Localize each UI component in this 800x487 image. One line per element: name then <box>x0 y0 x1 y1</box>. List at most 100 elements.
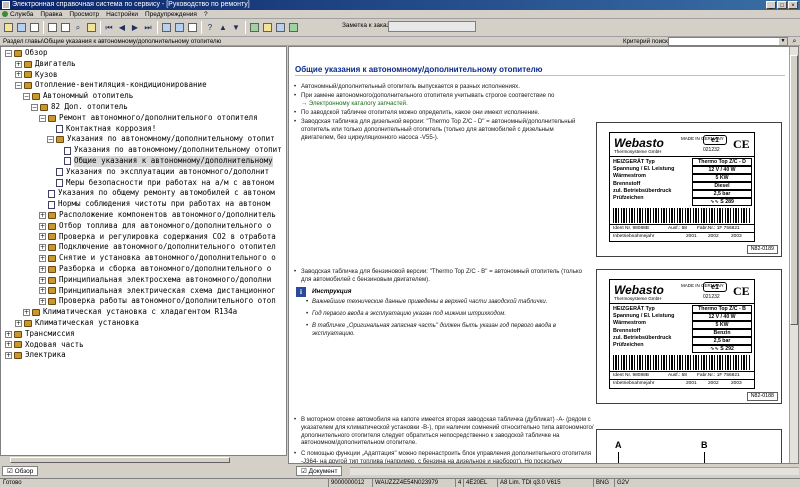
tree-item[interactable]: + Климатическая установка <box>1 318 286 329</box>
fit-page-icon[interactable] <box>186 22 198 34</box>
zoom-in-icon[interactable] <box>173 22 185 34</box>
zoom-out-icon[interactable] <box>160 22 172 34</box>
document-vertical-scrollbar[interactable] <box>789 47 798 463</box>
book-icon <box>14 330 22 338</box>
order-note-field[interactable] <box>388 21 476 32</box>
menu-help[interactable]: ? <box>204 10 208 19</box>
tree-item[interactable]: + Кузов <box>1 70 286 81</box>
expand-icon[interactable]: + <box>15 60 22 68</box>
tab-overview[interactable]: ☑ Обзор <box>2 466 39 476</box>
tree-horizontal-scrollbar[interactable] <box>0 455 287 464</box>
tab-document[interactable]: ☑ Документ <box>296 466 343 476</box>
document-icon[interactable] <box>46 22 58 34</box>
tree-item[interactable]: Указания по общему ремонту автомобилей с… <box>1 188 286 199</box>
nameplate-figure-petrol: Webasto Thermosysteme GmbH MADE IN GERMA… <box>596 269 782 404</box>
tree-item[interactable]: Указания по автономному/дополнительному … <box>1 145 286 156</box>
tree-item[interactable]: + Ходовая часть <box>1 340 286 351</box>
expand-icon[interactable]: + <box>5 341 12 349</box>
book-icon <box>40 103 48 111</box>
forward-icon[interactable]: ▶ <box>129 22 141 34</box>
tree-item[interactable]: + Электрика <box>1 350 286 361</box>
maximize-button[interactable]: □ <box>777 1 787 9</box>
collapse-icon[interactable]: − <box>15 82 22 90</box>
collapse-icon[interactable]: − <box>23 93 30 101</box>
tree-item[interactable]: − Автономный отопитель <box>1 91 286 102</box>
expand-icon[interactable]: + <box>39 222 46 230</box>
menu-warnings[interactable]: Предупреждения <box>145 10 197 19</box>
search-icon[interactable]: ⌕ <box>72 22 84 34</box>
menu-service[interactable]: Служба <box>2 10 33 19</box>
tree-item[interactable]: + Расположение компонентов автономного/до… <box>1 210 286 221</box>
expand-icon[interactable]: + <box>5 330 12 338</box>
menu-edit[interactable]: Правка <box>40 10 62 19</box>
expand-icon[interactable]: + <box>15 319 22 327</box>
tree-item[interactable]: + Разборка и сборка автономного/дополните… <box>1 264 286 275</box>
expand-icon[interactable]: + <box>39 244 46 252</box>
up-icon[interactable]: ▲ <box>217 22 229 34</box>
document-horizontal-scrollbar[interactable] <box>350 467 799 475</box>
parts-catalog-link[interactable]: → Электронному каталогу запчастей. <box>301 100 408 107</box>
expand-icon[interactable]: + <box>39 287 46 295</box>
back-icon[interactable]: ◀ <box>116 22 128 34</box>
print-icon[interactable] <box>28 22 40 34</box>
tree-item[interactable]: + Проверка и регулировка содержания CO2 в… <box>1 232 286 243</box>
last-icon[interactable]: ⏭ <box>142 22 154 34</box>
chevron-down-icon[interactable]: ▼ <box>779 38 787 45</box>
tree-item[interactable]: + Принципиальная электросхема автономного… <box>1 275 286 286</box>
bookmark-icon[interactable] <box>85 22 97 34</box>
leader-line <box>704 452 705 463</box>
expand-icon[interactable]: + <box>23 309 30 317</box>
down-icon[interactable]: ▼ <box>230 22 242 34</box>
expand-icon[interactable]: + <box>39 255 46 263</box>
catalog-icon[interactable] <box>274 22 286 34</box>
expand-icon[interactable]: + <box>39 265 46 273</box>
status-text: Готово <box>3 480 22 486</box>
diagnosis-icon[interactable] <box>287 22 299 34</box>
open-icon[interactable] <box>2 22 14 34</box>
tree-item[interactable]: + Принципиальная электрическая схема дист… <box>1 286 286 297</box>
tree-item[interactable]: − Обзор <box>1 48 286 59</box>
minimize-button[interactable]: _ <box>766 1 776 9</box>
tree-item[interactable]: + Проверка работы автономного/дополнитель… <box>1 296 286 307</box>
tree-item[interactable]: − 82 Доп. отопитель <box>1 102 286 113</box>
help-icon[interactable]: ? <box>204 22 216 34</box>
collapse-icon[interactable]: − <box>5 49 12 57</box>
menu-view[interactable]: Просмотр <box>69 10 99 19</box>
tree-item[interactable]: − Ремонт автономного/дополнительного отоп… <box>1 113 286 124</box>
expand-icon[interactable]: + <box>39 233 46 241</box>
tree-item[interactable]: − Указания по автономному/дополнительному… <box>1 134 286 145</box>
tree-item[interactable]: + Климатическая установка с хладагентом R… <box>1 307 286 318</box>
tree-item-label: Климатическая установка <box>35 317 139 327</box>
copy-icon[interactable] <box>59 22 71 34</box>
tree-item[interactable]: Меры безопасности при работах на а/м с а… <box>1 178 286 189</box>
tree-item[interactable]: + Подключение автономного/дополнительного… <box>1 242 286 253</box>
search-button-icon[interactable]: ⌕ <box>790 37 799 46</box>
tree-item[interactable]: + Снятие и установка автономного/дополнит… <box>1 253 286 264</box>
tree-item[interactable]: − Отопление-вентиляция-кондиционирование <box>1 80 286 91</box>
close-button[interactable]: × <box>788 1 798 9</box>
search-criteria-select[interactable]: ▼ <box>668 37 788 46</box>
tree-item[interactable]: Нормы соблюдения чистоты при работах на … <box>1 199 286 210</box>
figure-label-b: B <box>701 440 708 450</box>
home-icon[interactable] <box>261 22 273 34</box>
expand-icon[interactable]: + <box>39 211 46 219</box>
tree-item[interactable]: + Трансмиссия <box>1 329 286 340</box>
tree-item[interactable]: Контактная коррозия! <box>1 124 286 135</box>
document-icon <box>56 124 63 133</box>
expand-icon[interactable]: + <box>39 276 46 284</box>
tree-item[interactable]: Указания по эксплуатации автономного/доп… <box>1 167 286 178</box>
tree-item[interactable]: Общие указания к автономному/дополнитель… <box>1 155 286 167</box>
expand-icon[interactable]: + <box>5 352 12 360</box>
collapse-icon[interactable]: − <box>47 136 54 144</box>
first-icon[interactable]: ⏮ <box>103 22 115 34</box>
expand-icon[interactable]: + <box>15 71 22 79</box>
save-icon[interactable] <box>15 22 27 34</box>
tree-item[interactable]: + Двигатель <box>1 59 286 70</box>
figure-label-a: A <box>615 440 622 450</box>
collapse-icon[interactable]: − <box>39 114 46 122</box>
collapse-icon[interactable]: − <box>31 103 38 111</box>
tree-item[interactable]: + Отбор топлива для автономного/дополните… <box>1 221 286 232</box>
menu-settings[interactable]: Настройки <box>106 10 138 19</box>
expand-icon[interactable]: + <box>39 298 46 306</box>
tools-icon[interactable] <box>248 22 260 34</box>
